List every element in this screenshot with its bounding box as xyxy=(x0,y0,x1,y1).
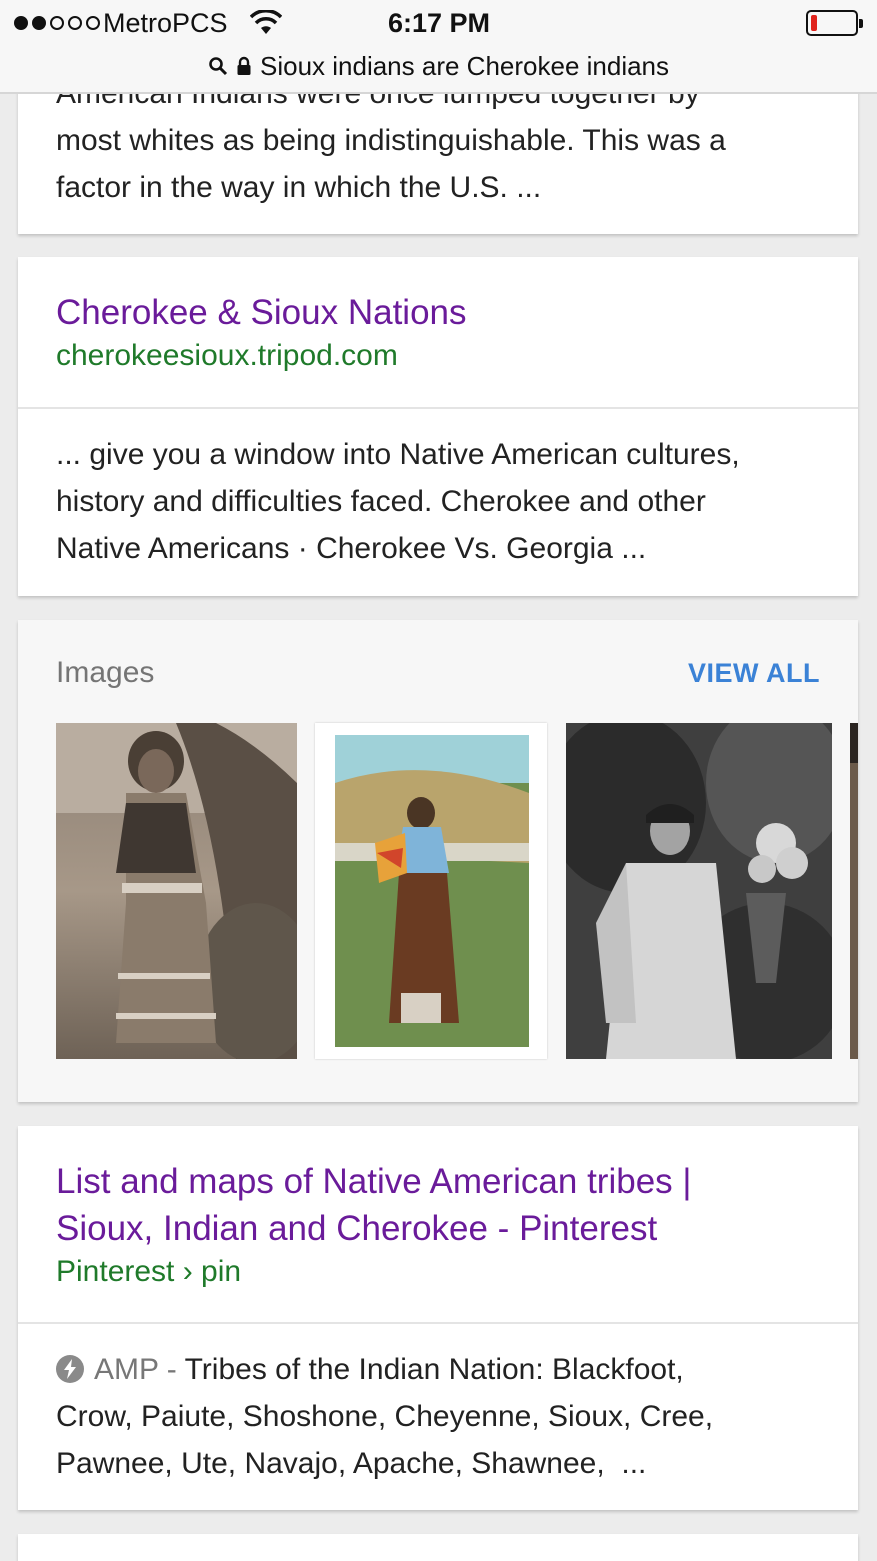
wifi-icon xyxy=(250,10,282,34)
clock: 6:17 PM xyxy=(388,8,491,38)
snippet-first-text: Tribes of the Indian Nation: Blackfoot, xyxy=(184,1353,684,1386)
signal-strength-icon xyxy=(14,16,100,30)
search-result-card: Cherokee & Sioux Nations cherokeesioux.t… xyxy=(18,257,858,596)
postcard-image xyxy=(315,723,547,1059)
snippet-line: ... give you a window into Native Americ… xyxy=(56,438,740,471)
title-line: List and maps of Native American tribes … xyxy=(56,1162,692,1201)
result-header[interactable]: Cherokee & Sioux Nations cherokeesioux.t… xyxy=(56,289,467,376)
amp-label: AMP xyxy=(94,1353,159,1386)
amp-lightning-icon xyxy=(56,1355,84,1383)
result-title-link[interactable]: Cherokee & Sioux Nations xyxy=(56,289,467,336)
images-heading: Images xyxy=(56,656,155,689)
snippet-line: history and difficulties faced. Cherokee… xyxy=(56,485,706,518)
result-url: cherokeesioux.tripod.com xyxy=(56,339,398,372)
result-url: Pinterest › pin xyxy=(56,1255,242,1288)
result-title-link[interactable]: List and maps of Native American tribes … xyxy=(56,1158,836,1252)
snippet-line: Crow, Paiute, Shoshone, Cheyenne, Sioux,… xyxy=(56,1400,714,1433)
image-thumbnail[interactable] xyxy=(56,723,297,1059)
carrier-name: MetroPCS xyxy=(103,8,228,38)
partial-image xyxy=(850,723,858,1059)
sepia-portrait-image xyxy=(56,723,297,1059)
status-bar: MetroPCS 6:17 PM xyxy=(0,0,877,46)
search-result-card xyxy=(18,1534,858,1561)
snippet-line: Native Americans · Cherokee Vs. Georgia … xyxy=(56,532,647,565)
result-header[interactable]: List and maps of Native American tribes … xyxy=(56,1158,836,1292)
search-icon xyxy=(209,57,228,76)
snippet-line: AMP - Tribes of the Indian Nation: Black… xyxy=(56,1346,836,1393)
bw-portrait-image xyxy=(566,723,832,1059)
amp-separator: - xyxy=(158,1353,185,1386)
image-thumbnail[interactable] xyxy=(566,723,832,1059)
image-thumbnail[interactable] xyxy=(315,723,547,1059)
snippet-line: most whites as being indistinguishable. … xyxy=(56,124,726,157)
image-thumbnail[interactable] xyxy=(850,723,858,1059)
title-line: Sioux, Indian and Cherokee - Pinterest xyxy=(56,1209,658,1248)
browser-top-bar: MetroPCS 6:17 PM Sioux indians are Chero… xyxy=(0,0,877,94)
divider xyxy=(18,407,858,409)
address-bar-query: Sioux indians are Cherokee indians xyxy=(259,50,670,81)
snippet-line: Pawnee, Ute, Navajo, Apache, Shawnee, ..… xyxy=(56,1447,647,1480)
divider xyxy=(18,1322,858,1324)
images-carousel-card: Images VIEW ALL xyxy=(18,620,858,1102)
snippet-line: factor in the way in which the U.S. ... xyxy=(56,171,542,204)
search-result-card: List and maps of Native American tribes … xyxy=(18,1126,858,1510)
lock-icon xyxy=(237,56,251,75)
battery-icon xyxy=(806,10,863,36)
view-all-images-link[interactable]: VIEW ALL xyxy=(688,658,820,689)
address-bar[interactable]: Sioux indians are Cherokee indians xyxy=(0,46,877,86)
result-snippet: ... give you a window into Native Americ… xyxy=(56,431,836,572)
result-snippet: AMP - Tribes of the Indian Nation: Black… xyxy=(56,1346,836,1487)
